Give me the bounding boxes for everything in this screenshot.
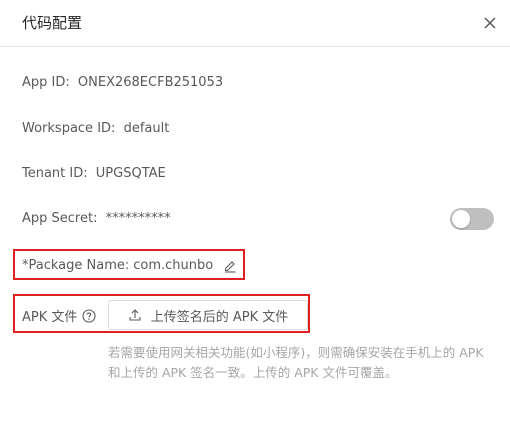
- app-secret-visibility-toggle[interactable]: [450, 208, 494, 230]
- workspace-id-value: default: [123, 121, 170, 136]
- tenant-id-value: UPGSQTAE: [95, 166, 166, 181]
- tenant-id-row: Tenant ID: UPGSQTAE: [22, 166, 166, 181]
- dialog-header: 代码配置: [0, 0, 510, 47]
- dialog-title: 代码配置: [22, 14, 83, 32]
- package-name-label: *Package Name:: [22, 258, 130, 273]
- package-name-value: com.chunbo: [133, 258, 214, 273]
- workspace-id-label: Workspace ID:: [22, 121, 116, 136]
- app-secret-value: **********: [105, 211, 171, 226]
- app-id-value: ONEX268ECFB251053: [77, 75, 224, 90]
- upload-icon: [128, 308, 142, 322]
- app-id-label: App ID:: [22, 75, 70, 90]
- upload-apk-button[interactable]: 上传签名后的 APK 文件: [108, 300, 308, 330]
- apk-note: 若需要使用网关相关功能(如小程序)，则需确保安装在手机上的 APK 和上传的 A…: [108, 345, 484, 380]
- app-id-row: App ID: ONEX268ECFB251053: [22, 75, 223, 90]
- apk-label: APK 文件: [22, 310, 78, 325]
- workspace-id-row: Workspace ID: default: [22, 121, 169, 136]
- tenant-id-label: Tenant ID:: [22, 166, 88, 181]
- code-config-dialog: 代码配置 App ID: ONEX268ECFB251053 Workspace…: [0, 0, 510, 440]
- package-name-row: *Package Name: com.chunbo: [22, 258, 237, 273]
- close-icon[interactable]: [480, 13, 500, 33]
- edit-icon[interactable]: [223, 259, 237, 273]
- help-circle-icon[interactable]: [82, 308, 96, 323]
- upload-apk-label: 上传签名后的 APK 文件: [150, 309, 289, 325]
- app-secret-label: App Secret:: [22, 211, 98, 226]
- toggle-knob: [452, 210, 470, 228]
- apk-label-row: APK 文件: [22, 306, 96, 325]
- app-secret-row: App Secret: **********: [22, 211, 171, 226]
